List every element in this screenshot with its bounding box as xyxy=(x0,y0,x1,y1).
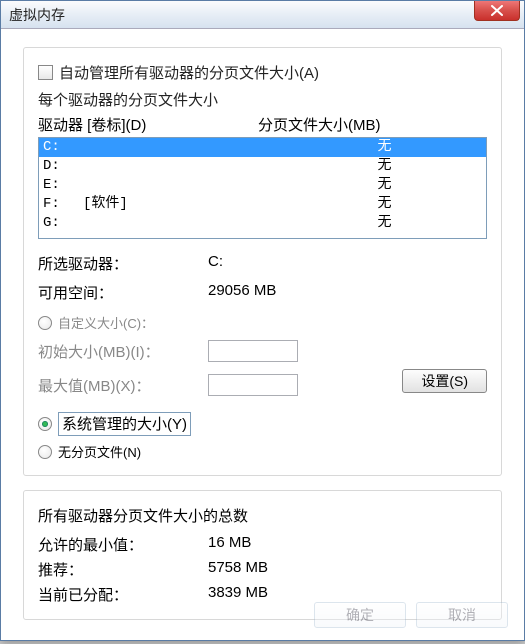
max-size-label: 最大值(MB)(X)： xyxy=(38,375,208,396)
totals-fieldset: 所有驱动器分页文件大小的总数 允许的最小值： 16 MB 推荐： 5758 MB… xyxy=(23,490,502,620)
drive-list-row[interactable]: G: 无 xyxy=(39,214,486,233)
auto-manage-row: 自动管理所有驱动器的分页文件大小(A) xyxy=(38,62,487,83)
per-drive-fieldset: 自动管理所有驱动器的分页文件大小(A) 每个驱动器的分页文件大小 驱动器 [卷标… xyxy=(23,47,502,476)
max-size-input[interactable] xyxy=(208,374,298,396)
drive-page-size: 无 xyxy=(283,157,486,176)
drive-letter: C: xyxy=(43,138,83,157)
free-space-label: 可用空间： xyxy=(38,282,208,303)
drive-volume-label xyxy=(83,214,283,233)
system-managed-row: 系统管理的大小(Y) xyxy=(38,412,487,436)
close-button[interactable] xyxy=(474,1,520,21)
drive-list-row[interactable]: F:[软件]无 xyxy=(39,195,486,214)
rec-label: 推荐： xyxy=(38,559,208,580)
set-button[interactable]: 设置(S) xyxy=(402,369,487,393)
auto-manage-checkbox[interactable] xyxy=(38,65,53,80)
set-button-label: 设置(S) xyxy=(421,371,468,391)
drive-list-row[interactable]: D: 无 xyxy=(39,157,486,176)
system-managed-radio[interactable] xyxy=(38,417,52,431)
min-value: 16 MB xyxy=(208,534,251,555)
drive-list-row[interactable]: C: 无 xyxy=(39,138,486,157)
virtual-memory-window: 虚拟内存 自动管理所有驱动器的分页文件大小(A) 每个驱动器的分页文件大小 驱动… xyxy=(0,0,525,641)
initial-size-row: 初始大小(MB)(I)： xyxy=(38,340,487,362)
drive-volume-label: [软件] xyxy=(83,195,283,214)
drive-listbox[interactable]: C:无D:无E:无F:[软件]无G:无 xyxy=(38,137,487,239)
totals-title: 所有驱动器分页文件大小的总数 xyxy=(38,505,487,526)
min-label: 允许的最小值： xyxy=(38,534,208,555)
dialog-footer: 确定 取消 xyxy=(17,602,508,628)
drive-volume-label xyxy=(83,157,283,176)
drive-letter: G: xyxy=(43,214,83,233)
size-options: 自定义大小(C)： 初始大小(MB)(I)： 最大值(MB)(X)： 系统管理的… xyxy=(38,313,487,461)
no-paging-label: 无分页文件(N) xyxy=(58,442,141,461)
drive-page-size: 无 xyxy=(283,195,486,214)
cancel-button[interactable]: 取消 xyxy=(416,602,508,628)
drive-letter: F: xyxy=(43,195,83,214)
drive-page-size: 无 xyxy=(283,214,486,233)
drive-letter: D: xyxy=(43,157,83,176)
auto-manage-label: 自动管理所有驱动器的分页文件大小(A) xyxy=(59,62,319,83)
titlebar: 虚拟内存 xyxy=(1,1,524,29)
list-headers: 驱动器 [卷标](D) 分页文件大小(MB) xyxy=(38,114,487,135)
drive-letter: E: xyxy=(43,176,83,195)
selected-drive-value: C: xyxy=(208,253,223,274)
drive-page-size: 无 xyxy=(283,138,486,157)
custom-size-label: 自定义大小(C)： xyxy=(58,313,154,332)
content-area: 自动管理所有驱动器的分页文件大小(A) 每个驱动器的分页文件大小 驱动器 [卷标… xyxy=(1,29,524,644)
drive-volume-label xyxy=(83,176,283,195)
initial-size-label: 初始大小(MB)(I)： xyxy=(38,341,208,362)
selected-drive-label: 所选驱动器： xyxy=(38,253,208,274)
rec-row: 推荐： 5758 MB xyxy=(38,559,487,580)
custom-size-row: 自定义大小(C)： xyxy=(38,313,487,332)
free-space-row: 可用空间： 29056 MB xyxy=(38,282,487,303)
column-header-page: 分页文件大小(MB) xyxy=(258,114,487,135)
drive-list-row[interactable]: E: 无 xyxy=(39,176,486,195)
no-paging-row: 无分页文件(N) xyxy=(38,442,487,461)
drive-volume-label xyxy=(83,138,283,157)
close-icon xyxy=(491,5,503,16)
ok-button[interactable]: 确定 xyxy=(314,602,406,628)
min-row: 允许的最小值： 16 MB xyxy=(38,534,487,555)
rec-value: 5758 MB xyxy=(208,559,268,580)
selected-drive-row: 所选驱动器： C: xyxy=(38,253,487,274)
system-managed-label: 系统管理的大小(Y) xyxy=(58,412,191,436)
drive-page-size: 无 xyxy=(283,176,486,195)
window-title: 虚拟内存 xyxy=(9,5,65,25)
column-header-drive: 驱动器 [卷标](D) xyxy=(38,114,258,135)
per-drive-heading: 每个驱动器的分页文件大小 xyxy=(38,89,487,110)
initial-size-input[interactable] xyxy=(208,340,298,362)
no-paging-radio[interactable] xyxy=(38,445,52,459)
free-space-value: 29056 MB xyxy=(208,282,276,303)
custom-size-radio[interactable] xyxy=(38,316,52,330)
